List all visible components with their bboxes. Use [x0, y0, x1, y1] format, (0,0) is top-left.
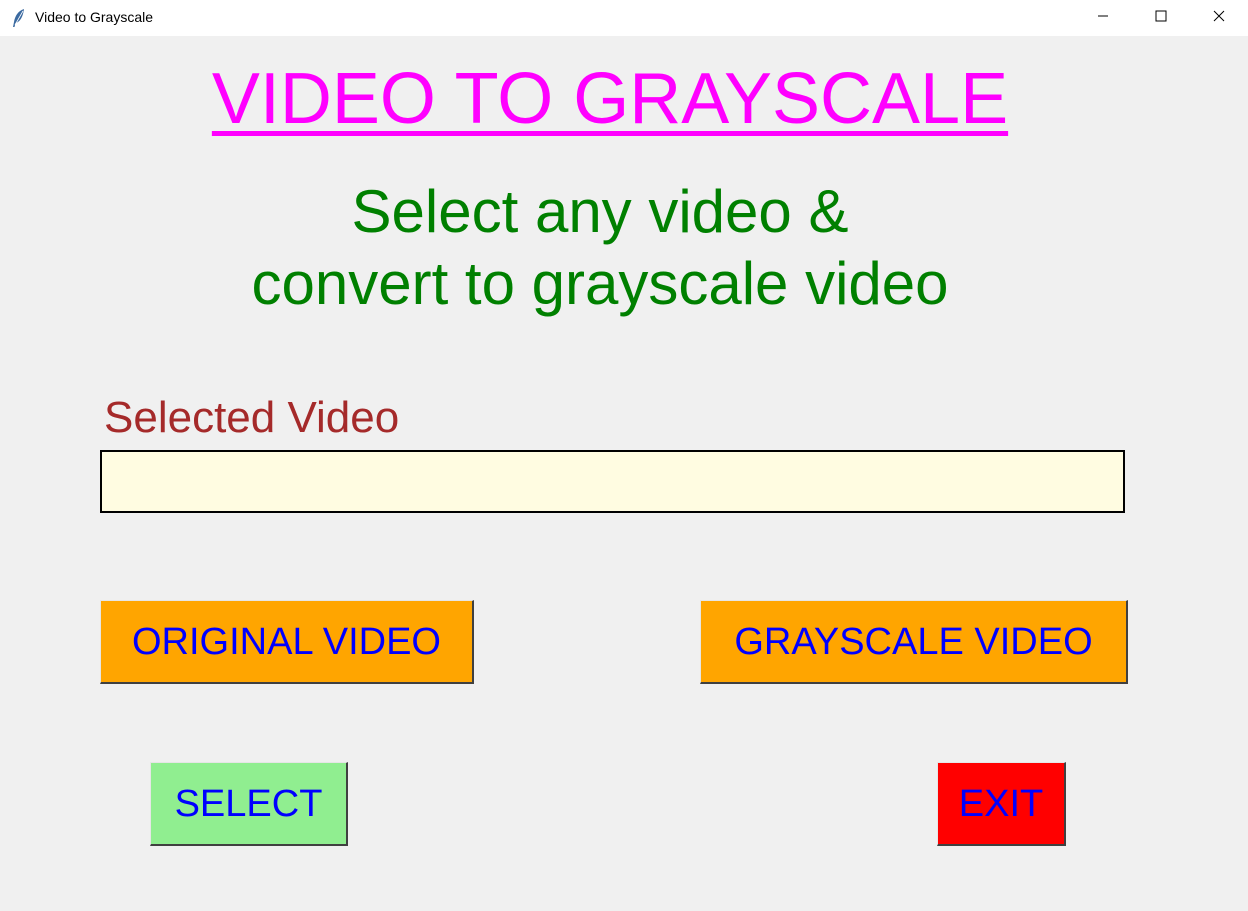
feather-icon: [12, 8, 26, 28]
maximize-icon: [1155, 9, 1167, 27]
grayscale-video-button[interactable]: GRAYSCALE VIDEO: [700, 600, 1128, 684]
minimize-button[interactable]: [1074, 0, 1132, 36]
selected-video-field[interactable]: [100, 450, 1125, 513]
subtitle: Select any video & convert to grayscale …: [150, 176, 1050, 320]
main-content: VIDEO TO GRAYSCALE Select any video & co…: [0, 36, 1248, 911]
original-video-button[interactable]: ORIGINAL VIDEO: [100, 600, 474, 684]
subtitle-line-1: Select any video &: [351, 178, 849, 245]
close-icon: [1213, 9, 1225, 27]
title-bar: Video to Grayscale: [0, 0, 1248, 36]
selected-video-label: Selected Video: [104, 393, 400, 442]
page-title: VIDEO TO GRAYSCALE: [211, 59, 1009, 139]
app-window: Video to Grayscale VIDEO TO GRAYSCALE Se…: [0, 0, 1248, 911]
minimize-icon: [1097, 9, 1109, 27]
close-button[interactable]: [1190, 0, 1248, 36]
subtitle-line-2: convert to grayscale video: [251, 250, 949, 317]
select-button[interactable]: SELECT: [150, 762, 348, 846]
maximize-button[interactable]: [1132, 0, 1190, 36]
window-title: Video to Grayscale: [35, 9, 154, 25]
exit-button[interactable]: EXIT: [937, 762, 1066, 846]
